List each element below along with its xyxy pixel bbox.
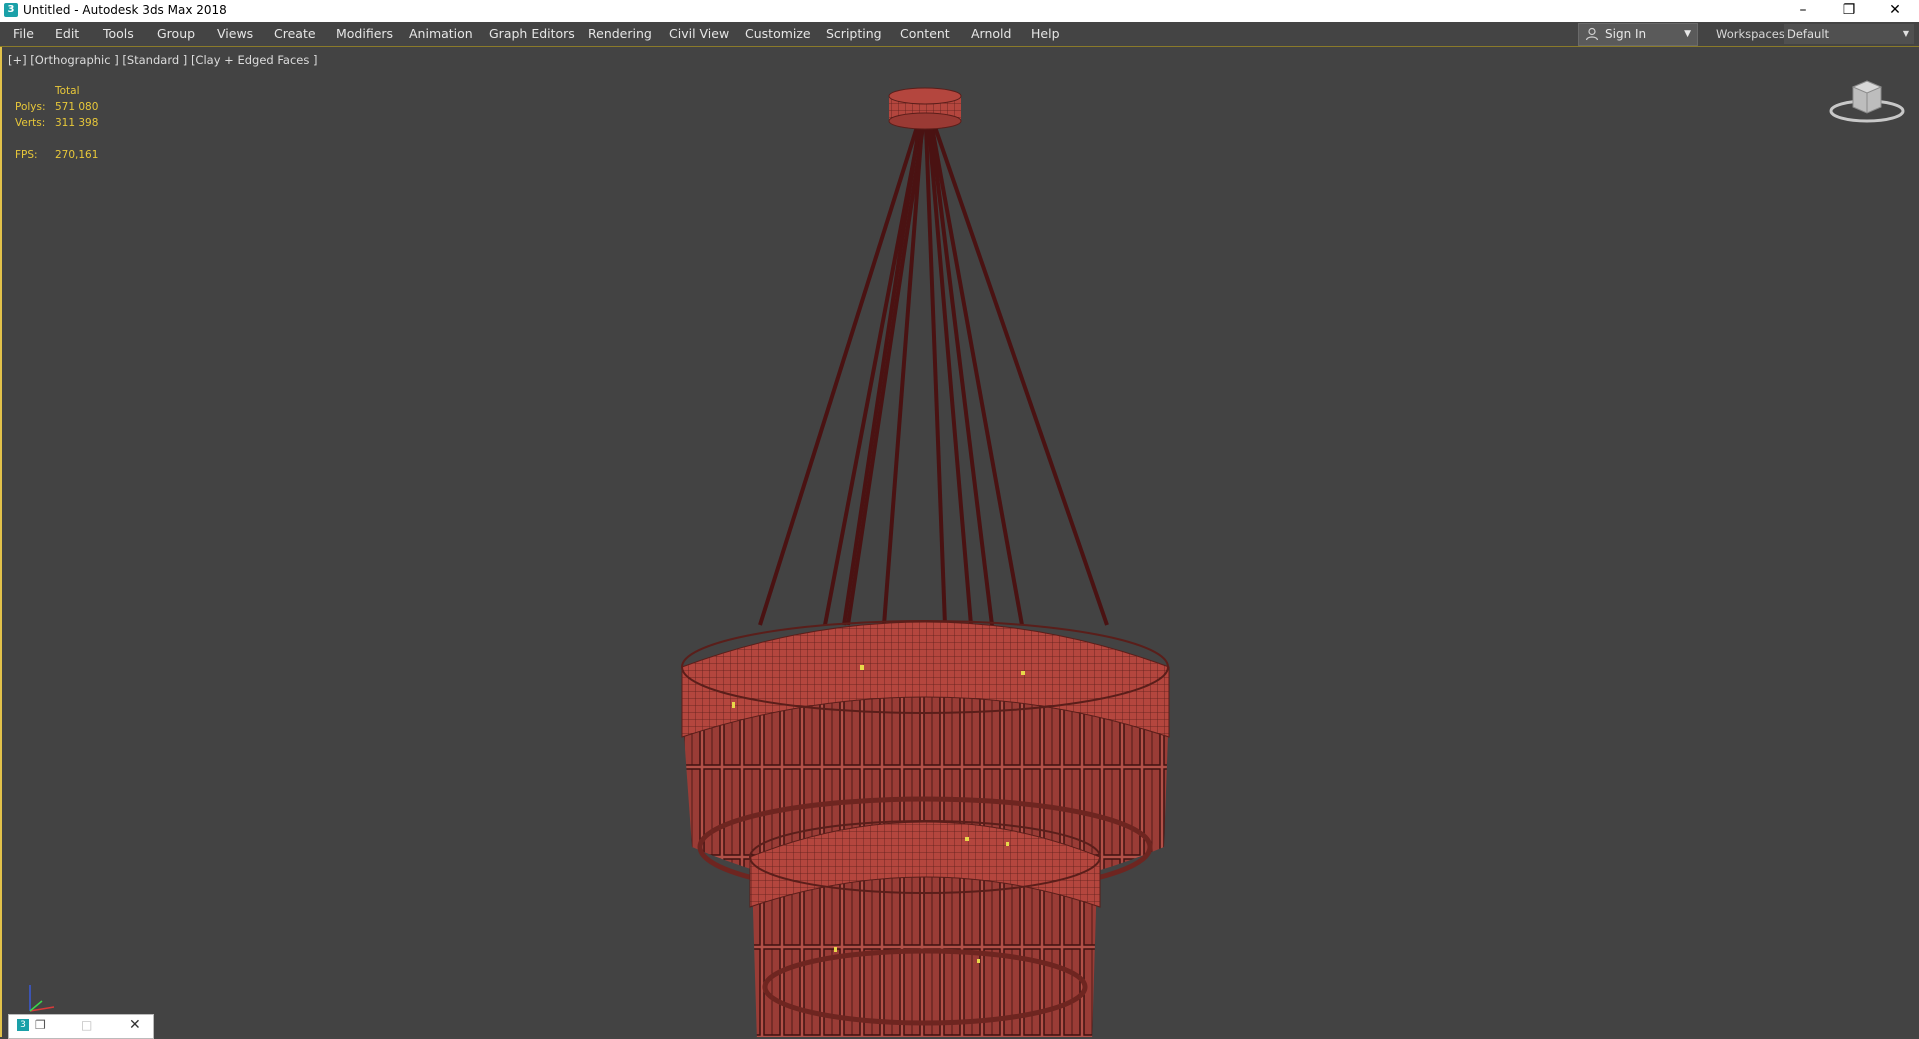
maximize-icon[interactable]: □ — [81, 1018, 92, 1032]
restore-button[interactable]: ❐ — [1826, 0, 1872, 22]
menu-content[interactable]: Content — [900, 22, 950, 46]
menu-scripting[interactable]: Scripting — [826, 22, 882, 46]
workspaces-label: Workspaces: — [1716, 27, 1789, 41]
close-button[interactable]: ✕ — [1872, 0, 1918, 22]
window-title: Untitled - Autodesk 3ds Max 2018 — [23, 3, 227, 17]
menu-civil-view[interactable]: Civil View — [669, 22, 729, 46]
app-icon[interactable]: 3 — [4, 3, 18, 17]
menu-rendering[interactable]: Rendering — [588, 22, 652, 46]
menu-animation[interactable]: Animation — [409, 22, 473, 46]
sign-in-label: Sign In — [1605, 27, 1647, 41]
minimized-window[interactable]: 3 ❐ □ ✕ — [8, 1014, 154, 1039]
menu-create[interactable]: Create — [274, 22, 316, 46]
user-icon — [1585, 27, 1599, 41]
chevron-down-icon: ▼ — [1684, 29, 1691, 39]
sign-in-button[interactable]: Sign In ▼ — [1578, 23, 1698, 46]
menu-group[interactable]: Group — [157, 22, 195, 46]
suspension-wires — [758, 126, 1109, 626]
lower-ring — [749, 820, 1101, 1037]
chevron-down-icon: ▼ — [1902, 29, 1909, 38]
title-bar: 3 Untitled - Autodesk 3ds Max 2018 – ❐ ✕ — [0, 0, 1919, 22]
workspaces-value: Default — [1787, 27, 1830, 41]
axis-tripod-icon — [29, 985, 55, 1012]
menu-file[interactable]: File — [13, 22, 34, 46]
menu-help[interactable]: Help — [1031, 22, 1060, 46]
workspaces-dropdown[interactable]: Default ▼ — [1784, 24, 1914, 44]
menu-customize[interactable]: Customize — [745, 22, 811, 46]
menu-tools[interactable]: Tools — [103, 22, 134, 46]
menu-views[interactable]: Views — [217, 22, 253, 46]
menu-modifiers[interactable]: Modifiers — [336, 22, 393, 46]
restore-icon[interactable]: ❐ — [35, 1018, 46, 1032]
menu-graph-editors[interactable]: Graph Editors — [489, 22, 575, 46]
ceiling-canopy — [888, 87, 962, 130]
menu-edit[interactable]: Edit — [55, 22, 79, 46]
minimize-button[interactable]: – — [1780, 0, 1826, 22]
perspective-viewport[interactable]: [+] [Orthographic ] [Standard ] [Clay + … — [0, 47, 1919, 1037]
chandelier-model[interactable] — [2, 47, 1919, 1037]
close-icon[interactable]: ✕ — [129, 1017, 141, 1033]
app-icon: 3 — [17, 1019, 29, 1031]
menu-arnold[interactable]: Arnold — [971, 22, 1011, 46]
